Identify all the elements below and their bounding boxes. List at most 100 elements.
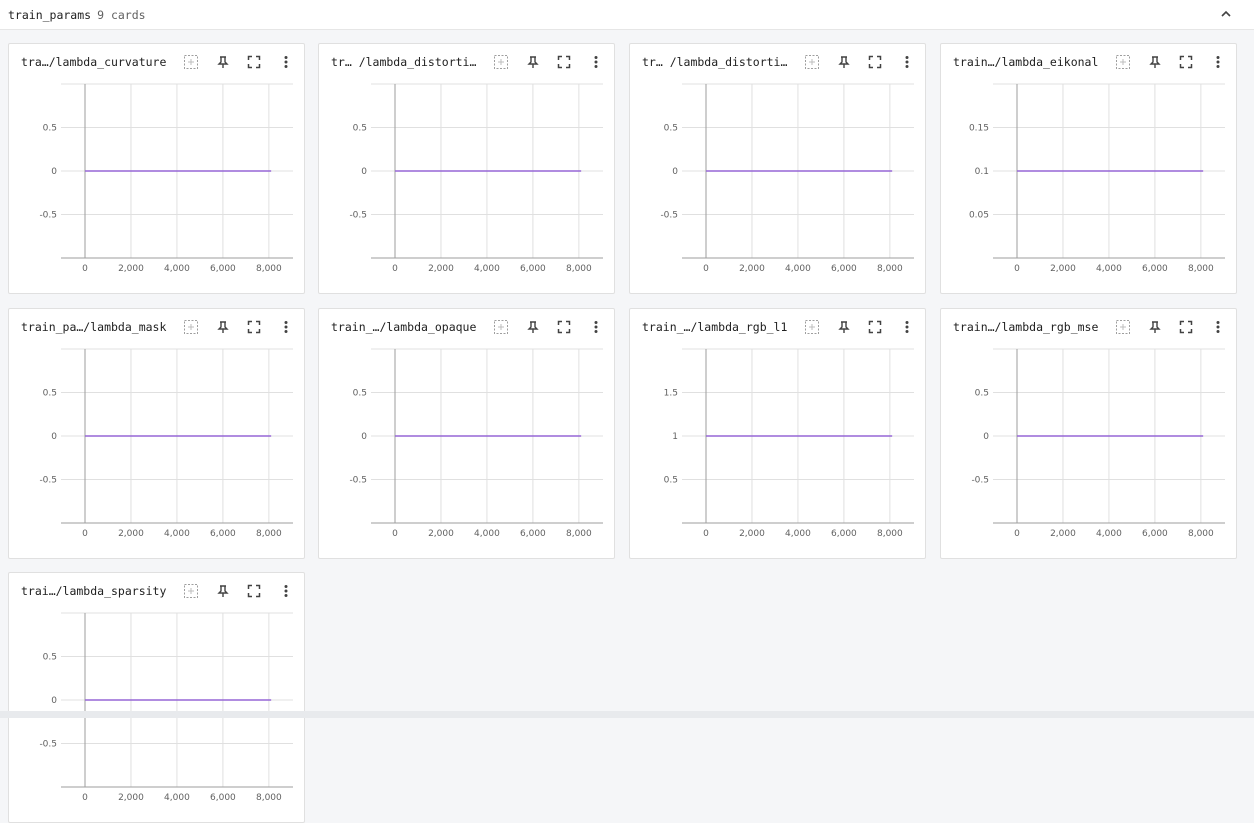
x-tick-label: 2,000 bbox=[428, 264, 454, 274]
fullscreen-button[interactable] bbox=[866, 318, 884, 336]
fit-domain-icon bbox=[184, 55, 198, 69]
line-chart[interactable]: 0.5 0 -0.5 0 2,000 4,000 6,000 8,000 bbox=[941, 345, 1238, 555]
section-title: train_params 9 cards bbox=[8, 8, 146, 22]
more-options-button[interactable] bbox=[1209, 318, 1227, 336]
fullscreen-button[interactable] bbox=[866, 53, 884, 71]
more-options-button[interactable] bbox=[277, 318, 295, 336]
more-options-button[interactable] bbox=[587, 318, 605, 336]
fit-domain-button[interactable] bbox=[1114, 53, 1132, 71]
x-tick-label: 6,000 bbox=[831, 264, 857, 274]
x-tick-label: 0 bbox=[392, 529, 398, 539]
fit-domain-icon bbox=[494, 55, 508, 69]
collapse-button[interactable] bbox=[1218, 6, 1234, 22]
scalar-card: train…/lambda_eikonal 0.15 0.1 0.05 0 2,000 4,… bbox=[940, 43, 1237, 294]
x-tick-label: 8,000 bbox=[256, 793, 282, 803]
line-chart[interactable]: 0.5 0 -0.5 0 2,000 4,000 6,000 8,000 bbox=[319, 80, 616, 290]
fullscreen-icon bbox=[868, 320, 882, 334]
more-vert-icon bbox=[1216, 321, 1220, 333]
x-tick-label: 2,000 bbox=[118, 264, 144, 274]
card-title: train…/lambda_eikonal bbox=[953, 55, 1099, 69]
y-tick-label: 0 bbox=[361, 432, 367, 442]
fit-domain-icon bbox=[805, 320, 819, 334]
fit-domain-button[interactable] bbox=[182, 53, 200, 71]
fullscreen-icon bbox=[1179, 320, 1193, 334]
y-tick-label: 0.1 bbox=[975, 167, 989, 177]
y-tick-label: 0.5 bbox=[43, 124, 57, 134]
fit-domain-button[interactable] bbox=[492, 318, 510, 336]
line-chart[interactable]: 0.5 0 -0.5 0 2,000 4,000 6,000 8,000 bbox=[630, 80, 927, 290]
fullscreen-button[interactable] bbox=[245, 582, 263, 600]
pin-icon bbox=[838, 56, 850, 68]
fit-domain-button[interactable] bbox=[1114, 318, 1132, 336]
x-tick-label: 0 bbox=[1014, 264, 1020, 274]
more-vert-icon bbox=[1216, 56, 1220, 68]
fullscreen-button[interactable] bbox=[245, 318, 263, 336]
x-tick-label: 0 bbox=[82, 793, 88, 803]
more-vert-icon bbox=[905, 56, 909, 68]
card-title: train_…/lambda_rgb_l1 bbox=[642, 320, 788, 334]
x-tick-label: 8,000 bbox=[1188, 529, 1214, 539]
pin-button[interactable] bbox=[214, 582, 232, 600]
scalar-card: tr… /lambda_distorti… 0.5 0 -0.5 0 2,000 4,000… bbox=[629, 43, 926, 294]
x-tick-label: 0 bbox=[82, 529, 88, 539]
y-tick-label: 0 bbox=[51, 167, 57, 177]
pin-button[interactable] bbox=[524, 318, 542, 336]
line-chart[interactable]: 1.5 1 0.5 0 2,000 4,000 6,000 8,000 bbox=[630, 345, 927, 555]
pin-button[interactable] bbox=[835, 318, 853, 336]
scalar-card: train_pa…/lambda_mask 0.5 0 -0.5 0 2,000 4,000… bbox=[8, 308, 305, 559]
pin-button[interactable] bbox=[1146, 53, 1164, 71]
fullscreen-button[interactable] bbox=[245, 53, 263, 71]
x-tick-label: 8,000 bbox=[256, 529, 282, 539]
y-tick-label: 0.5 bbox=[353, 389, 367, 399]
fullscreen-icon bbox=[868, 55, 882, 69]
line-chart[interactable]: 0.15 0.1 0.05 0 2,000 4,000 6,000 8,000 bbox=[941, 80, 1238, 290]
fit-domain-icon bbox=[805, 55, 819, 69]
x-tick-label: 8,000 bbox=[877, 529, 903, 539]
x-tick-label: 0 bbox=[703, 264, 709, 274]
fit-domain-button[interactable] bbox=[803, 318, 821, 336]
pin-button[interactable] bbox=[524, 53, 542, 71]
more-options-button[interactable] bbox=[587, 53, 605, 71]
pin-button[interactable] bbox=[214, 53, 232, 71]
x-tick-label: 6,000 bbox=[210, 529, 236, 539]
more-options-button[interactable] bbox=[277, 53, 295, 71]
pin-button[interactable] bbox=[214, 318, 232, 336]
fullscreen-icon bbox=[247, 55, 261, 69]
x-tick-label: 2,000 bbox=[428, 529, 454, 539]
more-options-button[interactable] bbox=[898, 318, 916, 336]
fullscreen-button[interactable] bbox=[555, 318, 573, 336]
fit-domain-button[interactable] bbox=[182, 318, 200, 336]
more-options-button[interactable] bbox=[898, 53, 916, 71]
line-chart[interactable]: 0.5 0 -0.5 0 2,000 4,000 6,000 8,000 bbox=[9, 80, 306, 290]
more-vert-icon bbox=[594, 56, 598, 68]
y-tick-label: 0.05 bbox=[969, 211, 989, 221]
pin-icon bbox=[217, 56, 229, 68]
x-tick-label: 6,000 bbox=[831, 529, 857, 539]
line-chart[interactable]: 0.5 0 -0.5 0 2,000 4,000 6,000 8,000 bbox=[319, 345, 616, 555]
fullscreen-button[interactable] bbox=[1177, 318, 1195, 336]
fullscreen-button[interactable] bbox=[555, 53, 573, 71]
x-tick-label: 2,000 bbox=[1050, 529, 1076, 539]
line-chart[interactable]: 0.5 0 -0.5 0 2,000 4,000 6,000 8,000 bbox=[9, 345, 306, 555]
fit-domain-button[interactable] bbox=[492, 53, 510, 71]
fullscreen-icon bbox=[557, 320, 571, 334]
pin-button[interactable] bbox=[1146, 318, 1164, 336]
y-tick-label: -0.5 bbox=[660, 211, 678, 221]
fullscreen-button[interactable] bbox=[1177, 53, 1195, 71]
x-tick-label: 0 bbox=[392, 264, 398, 274]
fit-domain-button[interactable] bbox=[803, 53, 821, 71]
x-tick-label: 6,000 bbox=[520, 264, 546, 274]
x-tick-label: 4,000 bbox=[785, 529, 811, 539]
pin-icon bbox=[1149, 321, 1161, 333]
group-name: train_params bbox=[8, 8, 92, 22]
fit-domain-icon bbox=[494, 320, 508, 334]
x-tick-label: 4,000 bbox=[474, 529, 500, 539]
fit-domain-button[interactable] bbox=[182, 582, 200, 600]
fullscreen-icon bbox=[1179, 55, 1193, 69]
more-options-button[interactable] bbox=[277, 582, 295, 600]
pin-button[interactable] bbox=[835, 53, 853, 71]
pin-icon bbox=[527, 321, 539, 333]
more-options-button[interactable] bbox=[1209, 53, 1227, 71]
pin-icon bbox=[838, 321, 850, 333]
card-title: train_pa…/lambda_mask bbox=[21, 320, 167, 334]
